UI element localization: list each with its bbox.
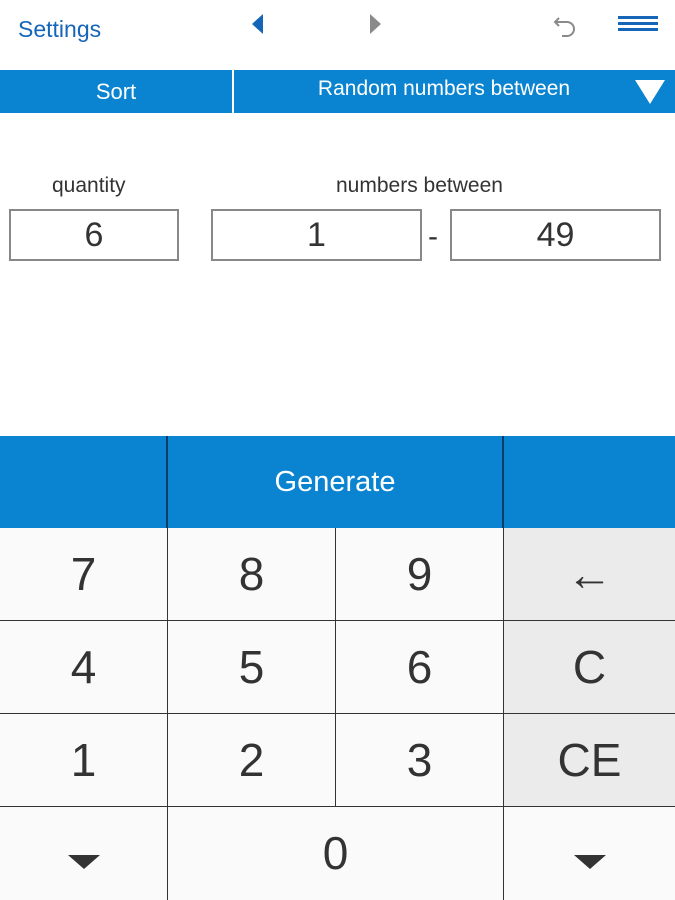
key-9[interactable]: 9 bbox=[336, 528, 504, 621]
key-2[interactable]: 2 bbox=[168, 714, 336, 807]
generate-bar-divider bbox=[502, 436, 504, 528]
dropdown-triangle-icon[interactable] bbox=[635, 80, 665, 104]
key-3[interactable]: 3 bbox=[336, 714, 504, 807]
key-0[interactable]: 0 bbox=[168, 807, 504, 900]
collapse-right-key[interactable] bbox=[504, 807, 675, 900]
range-min-field[interactable]: 1 bbox=[211, 209, 422, 261]
arrow-left-icon[interactable] bbox=[252, 14, 263, 34]
generate-button[interactable]: Generate bbox=[168, 436, 502, 528]
triangle-down-icon bbox=[573, 855, 606, 869]
top-bar: Settings bbox=[0, 0, 675, 68]
generate-bar: Generate bbox=[0, 436, 675, 528]
mode-bar: Sort Random numbers between bbox=[0, 70, 675, 113]
sort-button[interactable]: Sort bbox=[0, 70, 232, 113]
key-5[interactable]: 5 bbox=[168, 621, 336, 714]
quantity-field[interactable]: 6 bbox=[9, 209, 179, 261]
menu-icon[interactable] bbox=[618, 16, 658, 34]
range-max-field[interactable]: 49 bbox=[450, 209, 661, 261]
key-1[interactable]: 1 bbox=[0, 714, 168, 807]
key-6[interactable]: 6 bbox=[336, 621, 504, 714]
settings-button[interactable]: Settings bbox=[18, 16, 101, 43]
quantity-label: quantity bbox=[52, 174, 126, 197]
backspace-key[interactable]: ← bbox=[504, 528, 675, 621]
triangle-down-icon bbox=[67, 855, 100, 869]
collapse-left-key[interactable] bbox=[0, 807, 168, 900]
clear-entry-key[interactable]: CE bbox=[504, 714, 675, 807]
undo-icon[interactable] bbox=[552, 12, 578, 38]
range-separator: - bbox=[428, 220, 438, 253]
clear-key[interactable]: C bbox=[504, 621, 675, 714]
arrow-right-icon[interactable] bbox=[370, 14, 381, 34]
mode-dropdown[interactable]: Random numbers between bbox=[234, 70, 654, 113]
key-8[interactable]: 8 bbox=[168, 528, 336, 621]
keypad: 7 8 9 ← 4 5 6 C 1 2 3 CE 0 bbox=[0, 528, 675, 900]
key-4[interactable]: 4 bbox=[0, 621, 168, 714]
range-label: numbers between bbox=[336, 174, 503, 197]
key-7[interactable]: 7 bbox=[0, 528, 168, 621]
